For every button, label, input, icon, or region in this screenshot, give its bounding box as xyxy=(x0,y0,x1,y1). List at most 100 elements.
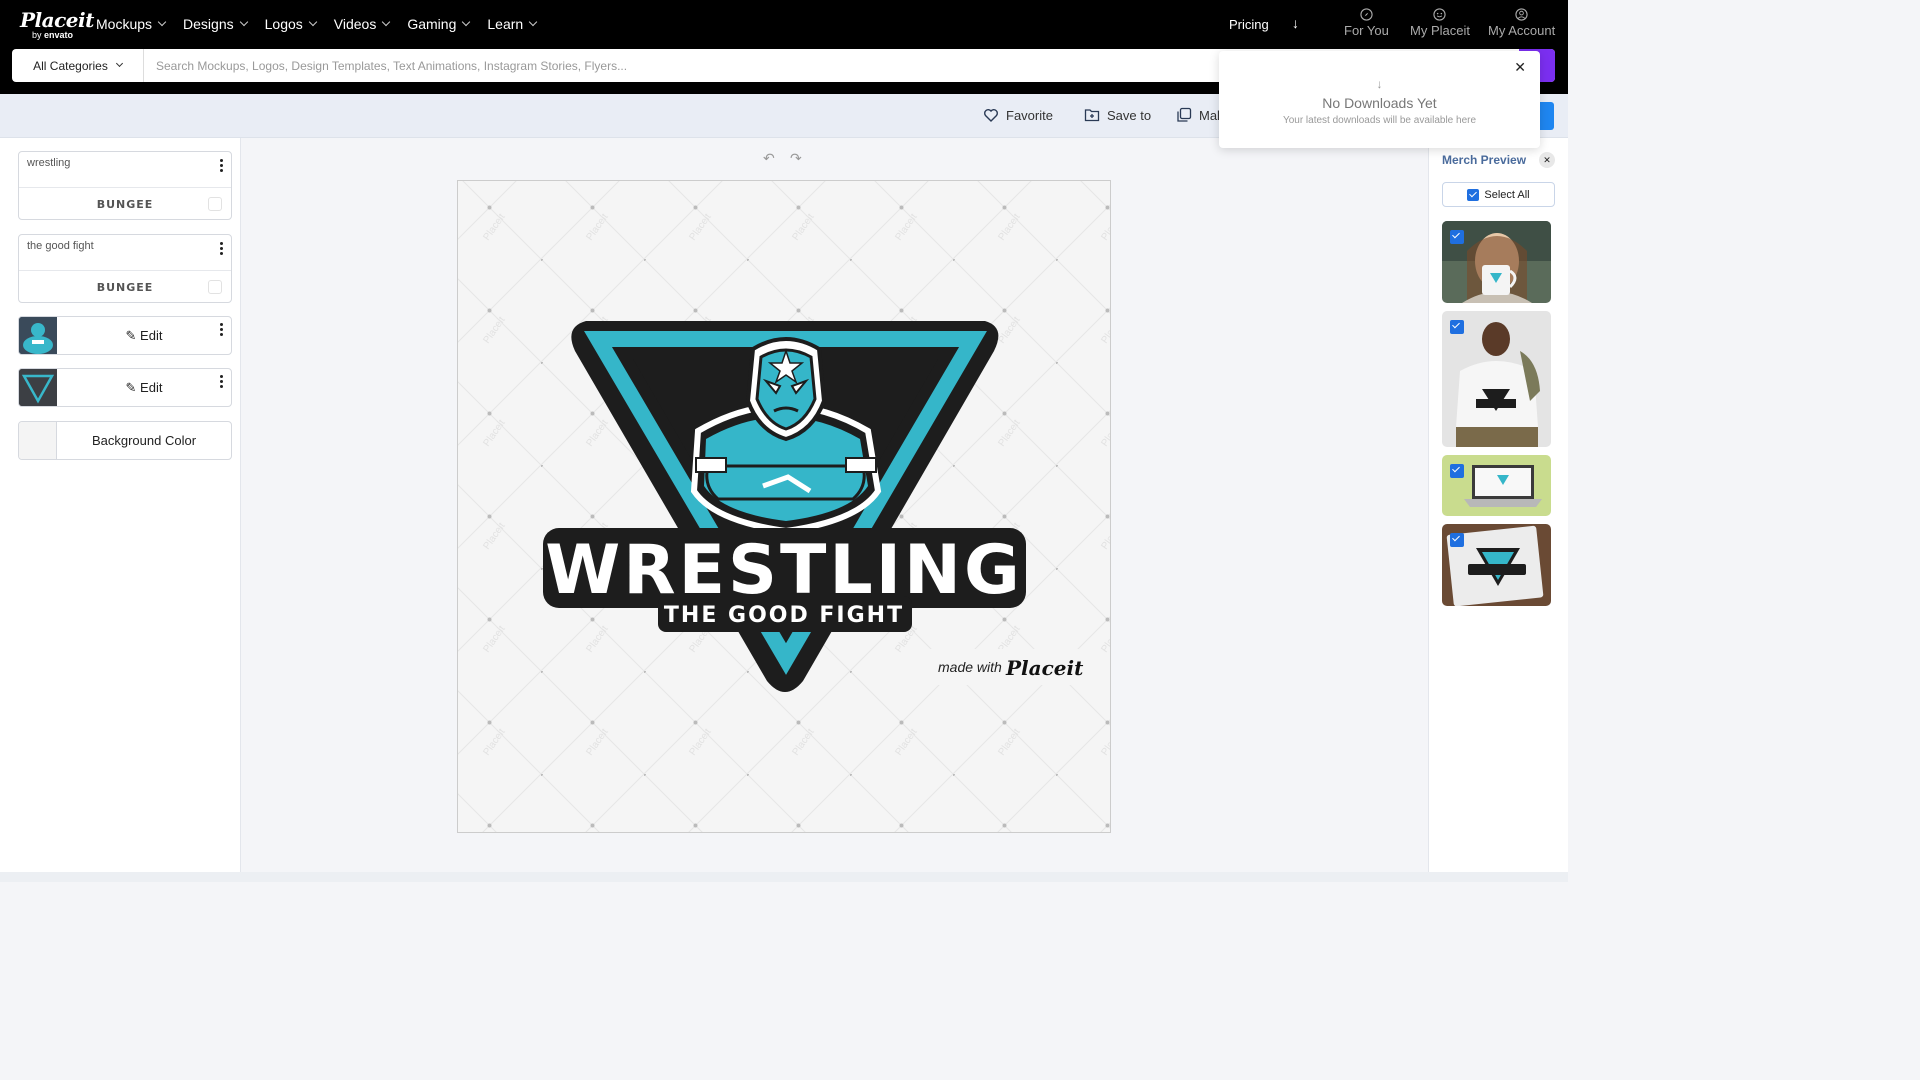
chevron-down-icon xyxy=(115,59,123,68)
text-color-swatch[interactable] xyxy=(208,197,222,211)
placeit-logo[interactable]: Placeit by envato xyxy=(20,10,94,40)
more-options-icon[interactable] xyxy=(220,375,223,390)
chevron-down-icon xyxy=(157,17,167,27)
font-name: BUNGEE xyxy=(96,197,154,211)
no-downloads-subtitle: Your latest downloads will be available … xyxy=(1282,115,1477,126)
select-all-checkbox[interactable]: Select All xyxy=(1442,182,1555,207)
sticker-mockup-thumbnail[interactable] xyxy=(1442,524,1551,606)
layers-sidebar: wrestling BUNGEE the good fight BUNGEE ✎… xyxy=(0,138,241,872)
chevron-down-icon xyxy=(308,17,318,27)
mug-mockup-thumbnail[interactable] xyxy=(1442,221,1551,303)
my-placeit-label: My Placeit xyxy=(1410,23,1470,38)
menu-mockups[interactable]: Mockups xyxy=(96,16,167,32)
undo-icon[interactable]: ↶ xyxy=(763,150,775,167)
make-copy-button[interactable]: Mak xyxy=(1176,107,1224,123)
text-layer-card[interactable]: the good fight BUNGEE xyxy=(18,234,232,303)
graphic-layer-card[interactable]: ✎ Edit xyxy=(18,368,232,407)
compass-icon xyxy=(1360,8,1373,21)
checkbox-checked-icon[interactable] xyxy=(1450,464,1464,478)
close-icon[interactable]: ✕ xyxy=(1514,59,1526,76)
menu-videos[interactable]: Videos xyxy=(333,16,391,32)
my-placeit-link[interactable]: My Placeit xyxy=(1410,8,1470,38)
wrestler-icon xyxy=(19,317,57,354)
chevron-down-icon xyxy=(239,17,248,27)
folder-plus-icon xyxy=(1084,109,1100,122)
edit-graphic-label[interactable]: ✎ Edit xyxy=(57,328,231,344)
background-color-label: Background Color xyxy=(91,433,197,448)
font-selector[interactable]: BUNGEE xyxy=(19,187,231,220)
menu-label: Mockups xyxy=(96,16,153,32)
tshirt-mockup-thumbnail[interactable] xyxy=(1442,311,1551,447)
checkbox-checked-icon[interactable] xyxy=(1450,533,1464,547)
font-selector[interactable]: BUNGEE xyxy=(19,270,231,303)
save-to-button[interactable]: Save to xyxy=(1084,107,1151,123)
downloads-icon[interactable]: ↓ xyxy=(1292,15,1299,31)
more-options-icon[interactable] xyxy=(220,323,223,338)
text-layer-card[interactable]: wrestling BUNGEE xyxy=(18,151,232,220)
no-downloads-title: No Downloads Yet xyxy=(1322,95,1437,111)
chevron-down-icon xyxy=(462,17,471,27)
menu-logos[interactable]: Logos xyxy=(264,16,318,32)
pricing-link[interactable]: Pricing xyxy=(1229,17,1269,32)
heart-icon xyxy=(984,109,998,122)
close-icon[interactable]: ✕ xyxy=(1539,152,1555,168)
redo-icon[interactable]: ↷ xyxy=(790,150,802,167)
edit-graphic-label[interactable]: ✎ Edit xyxy=(57,380,231,396)
edit-text: Edit xyxy=(140,328,163,343)
watermark-prefix: made with xyxy=(938,659,1002,675)
triangle-thumbnail xyxy=(19,369,57,406)
font-name: BUNGEE xyxy=(96,280,154,294)
chevron-down-icon xyxy=(382,17,391,27)
menu-label: Learn xyxy=(487,16,524,32)
for-you-label: For You xyxy=(1344,23,1389,38)
text-layer-value[interactable]: the good fight xyxy=(27,240,94,252)
main-menu: Mockups Designs Logos Videos Gaming Lear… xyxy=(96,16,538,32)
category-select[interactable]: All Categories xyxy=(12,49,144,82)
menu-label: Logos xyxy=(264,16,303,32)
save-to-label: Save to xyxy=(1107,107,1152,123)
graphic-layer-card[interactable]: ✎ Edit xyxy=(18,316,232,355)
chevron-down-icon xyxy=(528,17,538,27)
logo-title: WRESTLING xyxy=(545,531,1023,610)
background-color-card[interactable]: Background Color xyxy=(18,421,232,460)
for-you-link[interactable]: For You xyxy=(1344,8,1389,38)
my-account-link[interactable]: My Account xyxy=(1488,8,1555,38)
logo-artwork: PlaceitPlaceitPlaceitPlaceitPlaceitPlace… xyxy=(458,181,1110,832)
menu-gaming[interactable]: Gaming xyxy=(407,16,471,32)
menu-designs[interactable]: Designs xyxy=(183,16,248,32)
downloads-popover: ✕ ↓ No Downloads Yet Your latest downloa… xyxy=(1219,51,1540,148)
favorite-label: Favorite xyxy=(1006,107,1053,123)
logo-subtitle: THE GOOD FIGHT xyxy=(664,603,904,628)
text-color-swatch[interactable] xyxy=(208,280,222,294)
menu-learn[interactable]: Learn xyxy=(487,16,538,32)
my-account-label: My Account xyxy=(1488,23,1556,38)
user-circle-icon xyxy=(1515,8,1528,21)
merch-preview-panel: Merch Preview ✕ Select All xyxy=(1428,138,1568,872)
edit-text: Edit xyxy=(140,380,163,395)
menu-label: Videos xyxy=(333,16,377,32)
laptop-mockup-thumbnail[interactable] xyxy=(1442,455,1551,516)
checkbox-checked-icon[interactable] xyxy=(1450,320,1464,334)
menu-label: Gaming xyxy=(407,16,457,32)
favorite-button[interactable]: Favorite xyxy=(983,107,1053,123)
menu-label: Designs xyxy=(183,16,234,32)
checkbox-checked-icon[interactable] xyxy=(1450,230,1464,244)
smiley-icon xyxy=(1433,8,1447,21)
download-arrow-icon: ↓ xyxy=(1376,77,1383,91)
checkbox-checked-icon xyxy=(1467,188,1480,201)
more-options-icon[interactable] xyxy=(220,242,223,257)
merch-preview-title: Merch Preview xyxy=(1442,153,1527,167)
triangle-icon xyxy=(19,369,57,406)
brand-sub-name: envato xyxy=(44,30,74,40)
design-canvas[interactable]: Placeit Placeit Placeit Placeit Placeit Place… xyxy=(457,180,1111,833)
background-color-swatch[interactable] xyxy=(19,422,57,459)
category-label: All Categories xyxy=(33,58,108,73)
brand-sub-prefix: by xyxy=(32,30,42,40)
bottom-strip xyxy=(0,872,1568,882)
select-all-label: Select All xyxy=(1484,188,1530,201)
wrestler-thumbnail xyxy=(19,317,57,354)
brand-name: Placeit xyxy=(20,8,94,32)
more-options-icon[interactable] xyxy=(220,159,223,174)
watermark-brand: Placeit xyxy=(1005,656,1084,680)
text-layer-value[interactable]: wrestling xyxy=(27,157,70,169)
